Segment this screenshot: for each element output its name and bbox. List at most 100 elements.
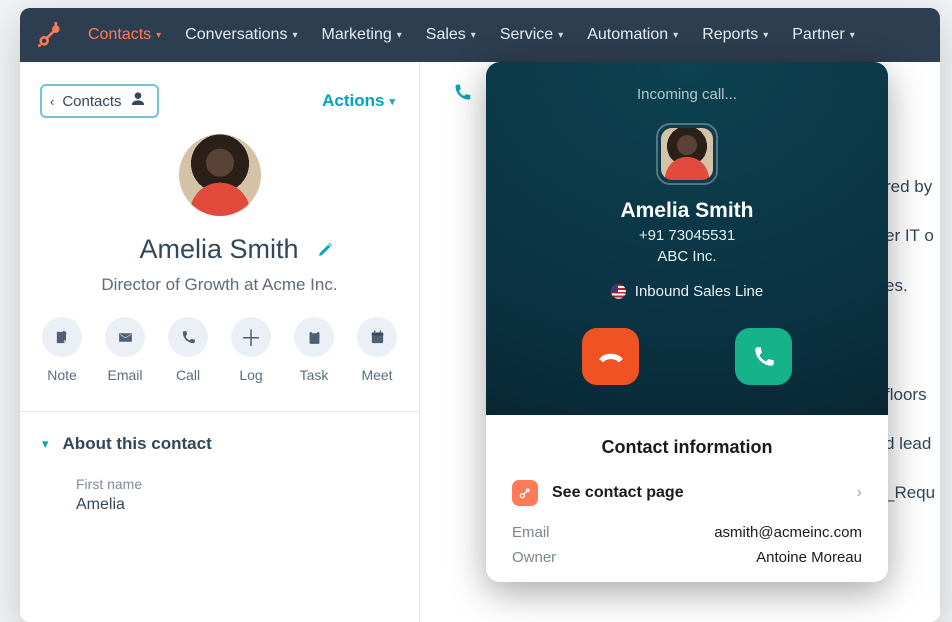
inbound-line-label: Inbound Sales Line <box>635 283 763 300</box>
decline-call-button[interactable] <box>582 328 639 385</box>
meet-action[interactable]: Meet <box>352 317 402 383</box>
pencil-icon[interactable] <box>317 241 334 258</box>
contact-info-title: Contact information <box>512 437 862 458</box>
first-name-value[interactable]: Amelia <box>76 496 419 514</box>
incoming-call-card: Incoming call... Amelia Smith +91 730455… <box>486 62 888 582</box>
email-row: Email asmith@acmeinc.com <box>512 524 862 541</box>
see-contact-label: See contact page <box>552 484 843 502</box>
nav-conversations[interactable]: Conversations ▾ <box>175 8 307 62</box>
back-to-contacts-button[interactable]: ‹ Contacts <box>40 84 159 118</box>
bg-fragment: _Requ <box>885 468 940 517</box>
incoming-status: Incoming call... <box>506 86 868 103</box>
envelope-icon <box>105 317 145 357</box>
nav-contacts[interactable]: Contacts ▾ <box>78 8 171 62</box>
chevron-down-icon: ▾ <box>558 30 563 41</box>
chevron-down-icon: ▾ <box>763 30 768 41</box>
accept-call-button[interactable] <box>735 328 792 385</box>
contact-job-title: Director of Growth at Acme Inc. <box>101 275 337 295</box>
nav-reports[interactable]: Reports ▾ <box>692 8 778 62</box>
bg-fragment: d lead <box>885 419 940 468</box>
bg-fragment: floors <box>885 370 940 419</box>
chevron-down-icon: ▾ <box>292 30 297 41</box>
call-label: Call <box>176 367 200 383</box>
email-key: Email <box>512 524 550 541</box>
task-icon <box>294 317 334 357</box>
owner-row: Owner Antoine Moreau <box>512 549 862 566</box>
caller-company: ABC Inc. <box>506 248 868 265</box>
phone-icon[interactable] <box>452 82 473 103</box>
calendar-icon <box>357 317 397 357</box>
task-label: Task <box>300 367 329 383</box>
nav-automation[interactable]: Automation ▾ <box>577 8 688 62</box>
call-buttons-row <box>506 328 868 385</box>
about-section-header[interactable]: ▾ About this contact <box>20 411 419 454</box>
quick-actions-row: Note Email Call <box>37 317 402 383</box>
about-section-title: About this contact <box>63 434 212 454</box>
caller-avatar-frame <box>656 123 718 185</box>
nav-partner-label: Partner <box>792 26 844 44</box>
bg-fragment: es. <box>885 261 940 310</box>
chevron-left-icon: ‹ <box>50 94 54 109</box>
note-label: Note <box>47 367 77 383</box>
nav-service[interactable]: Service ▾ <box>490 8 573 62</box>
us-flag-icon <box>611 284 626 299</box>
main-panel: red by er IT o es. floors d lead _Requ I… <box>420 62 940 622</box>
owner-key: Owner <box>512 549 556 566</box>
log-label: Log <box>239 367 262 383</box>
chevron-down-icon: ▾ <box>850 30 855 41</box>
first-name-field: First name Amelia <box>20 454 419 514</box>
bg-fragment: er IT o <box>885 211 940 260</box>
contact-avatar[interactable] <box>179 134 261 216</box>
hangup-icon <box>598 344 624 370</box>
chevron-right-icon: › <box>857 484 862 502</box>
call-action[interactable]: Call <box>163 317 213 383</box>
chevron-down-icon: ▾ <box>471 30 476 41</box>
caller-name: Amelia Smith <box>506 199 868 223</box>
chevron-down-icon: ▾ <box>156 30 161 41</box>
nav-service-label: Service <box>500 26 553 44</box>
actions-label: Actions <box>322 91 384 111</box>
log-action[interactable]: ＋ Log <box>226 317 276 383</box>
meet-label: Meet <box>361 367 392 383</box>
nav-contacts-label: Contacts <box>88 26 151 44</box>
call-card-header: Incoming call... Amelia Smith +91 730455… <box>486 62 888 415</box>
nav-marketing-label: Marketing <box>321 26 391 44</box>
person-icon <box>130 91 146 111</box>
background-text-fragments: red by er IT o es. floors d lead _Requ <box>885 62 940 622</box>
email-label: Email <box>107 367 142 383</box>
nav-sales-label: Sales <box>426 26 466 44</box>
actions-menu[interactable]: Actions ▾ <box>322 91 395 111</box>
phone-icon <box>168 317 208 357</box>
contact-name-row: Amelia Smith <box>105 234 333 265</box>
contact-profile: Amelia Smith Director of Growth at Acme … <box>20 126 419 383</box>
nav-sales[interactable]: Sales ▾ <box>416 8 486 62</box>
hubspot-logo-icon <box>36 21 64 49</box>
contact-name: Amelia Smith <box>139 234 298 265</box>
nav-automation-label: Automation <box>587 26 668 44</box>
chevron-down-icon: ▾ <box>397 30 402 41</box>
nav-conversations-label: Conversations <box>185 26 287 44</box>
note-action[interactable]: Note <box>37 317 87 383</box>
back-label: Contacts <box>62 93 121 110</box>
caller-avatar <box>661 128 713 180</box>
bg-fragment: red by <box>885 162 940 211</box>
see-contact-page-link[interactable]: See contact page › <box>512 480 862 506</box>
email-value: asmith@acmeinc.com <box>714 524 862 541</box>
owner-value: Antoine Moreau <box>756 549 862 566</box>
nav-reports-label: Reports <box>702 26 758 44</box>
nav-marketing[interactable]: Marketing ▾ <box>311 8 411 62</box>
email-action[interactable]: Email <box>100 317 150 383</box>
contact-sidebar: ‹ Contacts Actions ▾ Amelia Smith <box>20 62 420 622</box>
nav-partner[interactable]: Partner ▾ <box>782 8 865 62</box>
sidebar-top-row: ‹ Contacts Actions ▾ <box>20 62 419 126</box>
first-name-label: First name <box>76 476 419 492</box>
chevron-down-icon: ▾ <box>389 95 395 108</box>
chevron-down-icon: ▾ <box>673 30 678 41</box>
caller-number: +91 73045531 <box>506 227 868 244</box>
chevron-down-icon: ▾ <box>42 436 49 452</box>
plus-icon: ＋ <box>231 317 271 357</box>
task-action[interactable]: Task <box>289 317 339 383</box>
phone-icon <box>751 344 777 370</box>
note-icon <box>42 317 82 357</box>
contact-info-block: Contact information See contact page › E… <box>486 415 888 582</box>
